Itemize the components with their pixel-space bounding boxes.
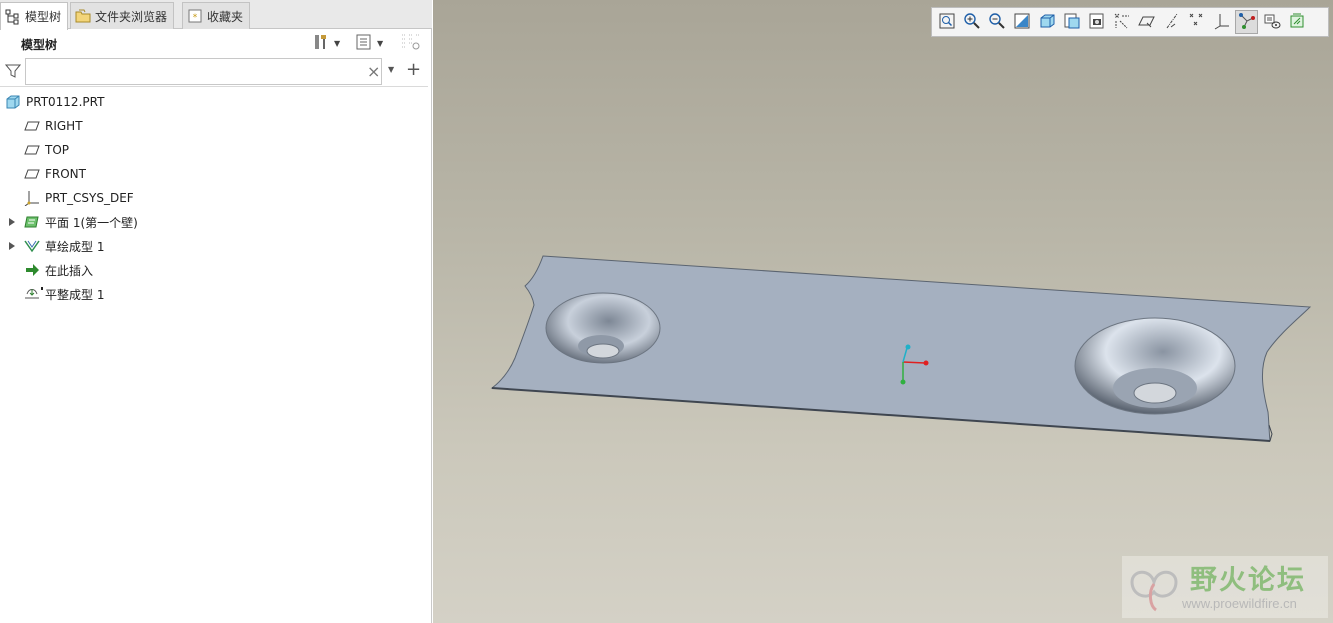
axis-display-button[interactable]: [1160, 10, 1183, 34]
flatten-form-icon: [24, 286, 43, 302]
spin-center-icon: [1263, 12, 1281, 33]
view-manager-icon: [1088, 12, 1106, 33]
tree-item-right[interactable]: RIGHT: [24, 114, 83, 138]
datum-plane-icon: [24, 142, 40, 158]
tree-item-label: TOP: [45, 143, 70, 157]
tree-root[interactable]: PRT0112.PRT: [5, 90, 104, 114]
tree-header: 模型树 ▼ ▼: [0, 30, 428, 56]
tab-model-tree[interactable]: 模型树: [0, 2, 69, 30]
tab-label: 文件夹浏览器: [95, 9, 168, 24]
expand-arrow-icon[interactable]: [9, 218, 15, 226]
watermark-url: www.proewildfire.cn: [1182, 596, 1297, 611]
plane-display-button[interactable]: [1135, 10, 1158, 34]
repaint-button[interactable]: [1010, 10, 1033, 34]
3d-annotations-button[interactable]: [1285, 10, 1308, 34]
filter-icon[interactable]: [4, 63, 22, 82]
part-icon: [5, 94, 21, 110]
datum-plane-icon: [24, 166, 40, 182]
sketch-form-icon: [24, 238, 40, 254]
tab-label: 模型树: [25, 10, 62, 24]
graphics-window[interactable]: 野火论坛 www.proewildfire.cn: [433, 0, 1333, 623]
csys-icon: [24, 190, 40, 207]
repaint-icon: [1013, 12, 1031, 33]
tree-item-sketch-form[interactable]: 草绘成型 1: [9, 234, 105, 258]
folder-browser-icon: [75, 8, 91, 24]
chevron-down-icon: ▼: [334, 38, 341, 48]
tab-favorites[interactable]: * 收藏夹: [182, 2, 251, 29]
svg-text:*: *: [193, 13, 198, 23]
refit-button[interactable]: [935, 10, 958, 34]
point-display-icon: [1188, 12, 1206, 33]
watermark-logo-icon: [1126, 562, 1182, 617]
datum-filters-icon: [1113, 12, 1131, 33]
chevron-down-icon[interactable]: ▼: [388, 65, 394, 74]
tree-item-label: 平面 1(第一个壁): [45, 215, 138, 230]
zoom-out-button[interactable]: [985, 10, 1008, 34]
datum-display-filters-button[interactable]: [1110, 10, 1133, 34]
plane-display-icon: [1137, 12, 1156, 33]
tree-item-label: 平整成型 1: [45, 287, 105, 302]
tree-item-insert-here[interactable]: 在此插入: [24, 258, 93, 282]
tree-settings-button[interactable]: ▼: [312, 33, 340, 53]
datum-plane-icon: [24, 118, 40, 134]
tools-icon: [312, 33, 330, 54]
tree-item-label: 草绘成型 1: [45, 239, 105, 254]
tree-item-label: PRT_CSYS_DEF: [45, 191, 134, 205]
favorites-icon: *: [187, 8, 203, 24]
tree-search-input[interactable]: [25, 58, 382, 85]
tree-root-label: PRT0112.PRT: [26, 95, 105, 109]
add-filter-icon[interactable]: +: [406, 59, 421, 80]
tab-folder-browser[interactable]: 文件夹浏览器: [70, 2, 175, 29]
right-countersink: [1074, 317, 1236, 415]
in-graphics-toolbar: [931, 7, 1329, 37]
view-manager-button[interactable]: [1085, 10, 1108, 34]
sheet-metal-part[interactable]: [490, 255, 1312, 442]
display-style-button[interactable]: [1035, 10, 1058, 34]
list-icon: [355, 33, 373, 54]
spin-center-button[interactable]: [1260, 10, 1283, 34]
expand-arrow-icon[interactable]: [9, 242, 15, 250]
tree-columns-button[interactable]: [400, 33, 422, 53]
tree-item-flatten-form[interactable]: 平整成型 1: [24, 282, 104, 306]
zoom-in-button[interactable]: [960, 10, 983, 34]
csys-display-icon: [1213, 12, 1231, 33]
csys-display-button[interactable]: [1210, 10, 1233, 34]
tree-title: 模型树: [21, 38, 58, 52]
model-tree-icon: [5, 9, 21, 25]
saved-orientations-button[interactable]: [1060, 10, 1083, 34]
chevron-down-icon: ▼: [377, 38, 384, 48]
watermark-title: 野火论坛: [1190, 565, 1306, 596]
tree-item-label: RIGHT: [45, 119, 83, 133]
tree-item-front[interactable]: FRONT: [24, 162, 86, 186]
navigator-tabbar: 模型树 文件夹浏览器 * 收藏夹: [0, 0, 432, 30]
point-display-button[interactable]: [1185, 10, 1208, 34]
zoom-in-icon: [963, 12, 981, 33]
model-tree-panel: 模型树 文件夹浏览器 * 收藏夹 模型树 ▼ ▼ × ▼ + PRT0112.P…: [0, 0, 432, 623]
annotation-display-button[interactable]: [1235, 10, 1258, 34]
insert-here-icon: [24, 262, 40, 278]
display-style-icon: [1038, 12, 1056, 33]
zoom-out-icon: [988, 12, 1006, 33]
annotations-3d-icon: [1288, 12, 1306, 33]
refit-icon: [938, 12, 956, 33]
clear-search-icon[interactable]: ×: [367, 62, 380, 81]
watermark: 野火论坛 www.proewildfire.cn: [1122, 556, 1328, 618]
tree-item-label: 在此插入: [45, 263, 94, 278]
model-view: [490, 255, 1312, 442]
tree-item-top[interactable]: TOP: [24, 138, 69, 162]
saved-views-icon: [1063, 12, 1081, 33]
filter-row: × ▼ +: [0, 57, 428, 87]
sheetmetal-wall-icon: [24, 214, 40, 230]
tree-item-first-wall[interactable]: 平面 1(第一个壁): [9, 210, 138, 234]
annotation-display-icon: [1238, 12, 1256, 33]
tab-label: 收藏夹: [207, 9, 244, 24]
columns-icon: [400, 32, 422, 55]
tree-item-label: FRONT: [45, 167, 86, 181]
left-countersink: [545, 292, 661, 364]
axis-display-icon: [1163, 12, 1181, 33]
tree-show-button[interactable]: ▼: [355, 33, 383, 53]
tree-item-csys[interactable]: PRT_CSYS_DEF: [24, 186, 134, 210]
